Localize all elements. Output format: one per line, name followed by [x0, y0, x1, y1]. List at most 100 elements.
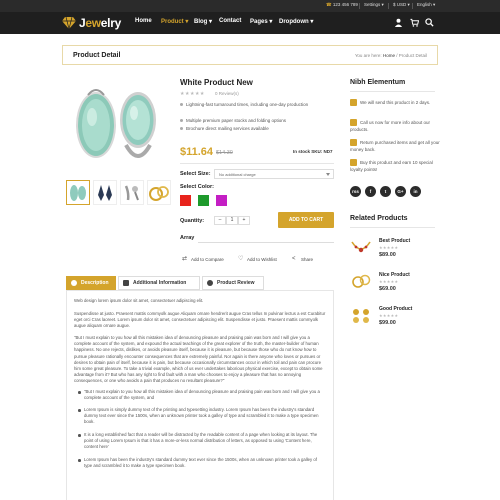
ring-thumbnail-icon [149, 186, 169, 201]
main-nav: Jewelry Home Product ▾ Blog ▾ Contact Pa… [0, 12, 500, 34]
quantity-input[interactable]: 1 [226, 216, 238, 225]
user-icon[interactable] [394, 18, 403, 27]
google-plus-icon[interactable]: G+ [395, 186, 406, 197]
thumbnail[interactable] [93, 180, 117, 205]
select-size-label: Select Size: [180, 171, 211, 177]
nav-item-dropdown[interactable]: Dropdown ▾ [279, 18, 313, 25]
search-icon[interactable] [425, 18, 434, 27]
nav-item-blog[interactable]: Blog ▾ [194, 18, 212, 25]
add-to-compare-link[interactable]: ⇄ Add to Compare [182, 256, 224, 262]
feature-item: Brochure direct mailing services availab… [180, 125, 330, 132]
breadcrumb-home-link[interactable]: Home [383, 53, 395, 58]
description-bullet: Lorem Ipsum is simply dummy text of the … [78, 407, 326, 426]
array-label: Array [180, 235, 195, 241]
heart-icon: ♡ [238, 256, 244, 262]
size-select[interactable]: No additional charge [214, 169, 334, 179]
tab-product-review[interactable]: Product Review [202, 276, 264, 290]
earring-thumbnail-icon [124, 185, 139, 201]
add-to-cart-button[interactable]: ADD TO CART [278, 212, 334, 228]
image-icon [123, 280, 129, 286]
language-dropdown[interactable]: English ▾ [417, 2, 435, 8]
related-product-price: $69.00 [379, 286, 396, 292]
star-icon [207, 280, 213, 286]
divider [180, 163, 334, 164]
sidebar-brand-title: Nibh Elementum [350, 79, 406, 86]
thumbnail[interactable] [120, 180, 144, 205]
description-bullet: "But I must explain to you how all this … [78, 389, 326, 401]
nav-item-pages[interactable]: Pages ▾ [250, 18, 272, 25]
old-price: $14.30 [216, 150, 233, 156]
description-bullet: Lorem Ipsum has been the industry's stan… [78, 457, 326, 469]
nav-item-home[interactable]: Home [135, 18, 152, 24]
array-input[interactable] [198, 234, 334, 243]
nav-item-contact[interactable]: Contact [219, 18, 241, 24]
color-swatch-green[interactable] [198, 195, 209, 206]
product-price: $11.64 [180, 146, 214, 158]
related-product-image[interactable] [350, 236, 372, 258]
product-main-image[interactable] [66, 75, 166, 167]
product-thumbnails [66, 180, 176, 205]
logo-text: Jewelry [79, 16, 121, 30]
tab-additional-information[interactable]: Additional Information [118, 276, 200, 290]
description-lead: Web design lorem ipsum dolor sit amet, c… [74, 298, 204, 303]
earring-thumbnail-icon [98, 185, 112, 201]
related-product-image[interactable] [350, 304, 372, 326]
color-swatch-red[interactable] [180, 195, 191, 206]
service-item: Buy this product and earn 10 special loy… [350, 159, 433, 172]
divider [412, 3, 413, 9]
related-products-title: Related Products [350, 215, 408, 222]
quantity-increase-button[interactable]: + [238, 216, 250, 225]
add-to-wishlist-link[interactable]: ♡ Add to Wishlist [238, 256, 277, 262]
related-product-price: $99.00 [379, 320, 396, 326]
rating-stars: ★★★★★ [379, 313, 399, 318]
breadcrumb: Product Detail You are here: Home / Prod… [62, 45, 438, 65]
service-item: Call us now for more info about our prod… [350, 119, 431, 132]
rss-icon[interactable]: rss [350, 186, 361, 197]
cart-icon[interactable] [410, 18, 419, 27]
gift-icon [350, 159, 357, 166]
divider [359, 3, 360, 9]
divider [350, 227, 435, 228]
refund-icon [350, 139, 357, 146]
quantity-decrease-button[interactable]: – [214, 216, 226, 225]
breadcrumb-trail: You are here: Home / Product Detail [354, 53, 427, 58]
tab-description[interactable]: Description [66, 276, 116, 290]
twitter-icon[interactable]: t [380, 186, 391, 197]
phone-number[interactable]: ☎ 123 456 789 [326, 2, 358, 8]
earring-thumbnail-icon [70, 185, 86, 201]
diamond-icon [62, 17, 76, 29]
thumbnail[interactable] [66, 180, 90, 205]
linkedin-icon[interactable]: in [410, 186, 421, 197]
quantity-label: Quantity: [180, 218, 205, 224]
thumbnail[interactable] [147, 180, 171, 205]
share-link[interactable]: < Share [292, 256, 313, 262]
feature-item: Lightning-fast turnaround times, includi… [180, 101, 330, 108]
feature-item: Multiple premium paper stocks and foldin… [180, 117, 330, 124]
settings-dropdown[interactable]: Settings ▾ [364, 2, 384, 8]
description-paragraph: Suspendisse at justo. Praesent mattis co… [74, 311, 326, 329]
select-color-label: Select Color: [180, 184, 214, 190]
related-product-price: $89.00 [379, 252, 396, 258]
rating-stars: ★★★★★ [180, 91, 205, 97]
compare-icon: ⇄ [182, 256, 188, 262]
top-bar: ☎ 123 456 789 Settings ▾ $ USD ▾ English… [0, 0, 500, 12]
description-paragraph: "But I must explain to you how all this … [74, 335, 323, 384]
chevron-down-icon [326, 173, 330, 176]
page-title: Product Detail [73, 52, 121, 59]
related-product-name[interactable]: Best Product [379, 238, 410, 244]
truck-icon [350, 99, 357, 106]
nav-item-product[interactable]: Product ▾ [161, 18, 188, 25]
color-swatch-magenta[interactable] [216, 195, 227, 206]
logo[interactable]: Jewelry [62, 16, 121, 30]
related-product-image[interactable] [350, 270, 372, 292]
related-product-name[interactable]: Nice Product [379, 272, 410, 278]
description-bullet: It is a long established fact that a rea… [78, 432, 326, 451]
service-item: We will send this product in 2 days. [350, 99, 440, 106]
currency-dropdown[interactable]: $ USD ▾ [393, 2, 410, 8]
facebook-icon[interactable]: f [365, 186, 376, 197]
related-product-name[interactable]: Good Product [379, 306, 412, 312]
divider [388, 3, 389, 9]
share-icon: < [292, 256, 296, 262]
rating-stars: ★★★★★ [379, 245, 399, 250]
review-count[interactable]: 0 Review(s) [215, 91, 239, 96]
